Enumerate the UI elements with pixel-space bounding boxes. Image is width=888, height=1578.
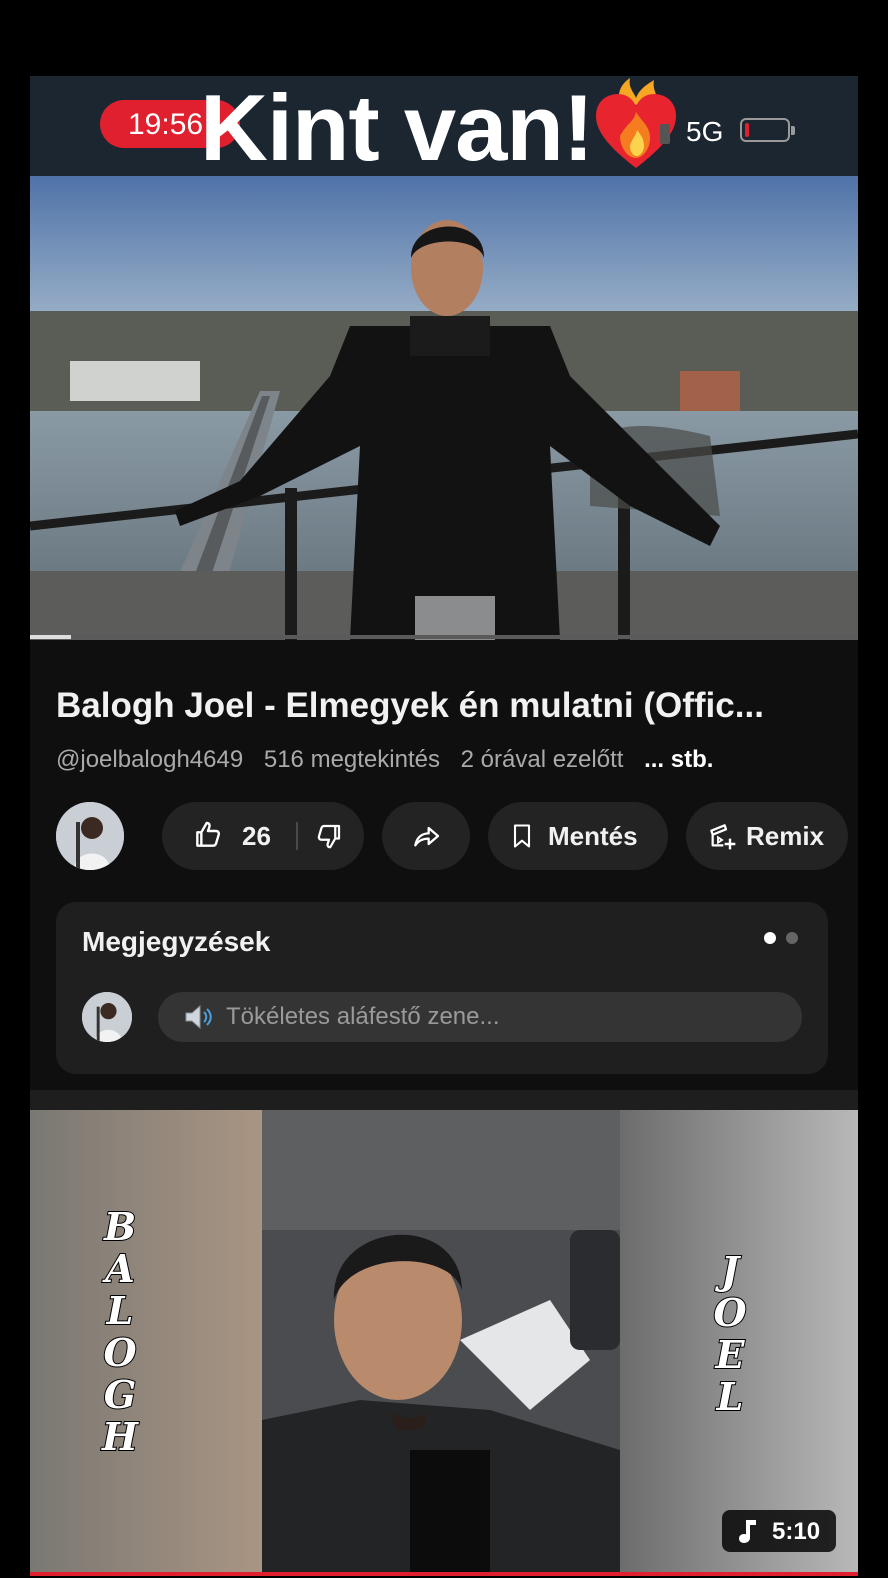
video-info-panel: Balogh Joel - Elmegyek én mulatni (Offic… xyxy=(30,642,858,1090)
signal-icon xyxy=(660,124,670,144)
next-video-thumbnail[interactable]: BALOGH JOEL xyxy=(30,1110,858,1576)
share-button[interactable] xyxy=(382,802,470,870)
duration-text: 5:10 xyxy=(772,1518,821,1545)
video-thumbnail xyxy=(30,176,858,640)
save-label: Mentés xyxy=(548,821,638,851)
dislike-icon[interactable] xyxy=(314,821,344,851)
view-count: 516 megtekintés xyxy=(263,746,440,773)
video-title[interactable]: Balogh Joel - Elmegyek én mulatni (Offic… xyxy=(56,686,764,726)
carousel-dot xyxy=(786,932,798,944)
status-time: 19:56 xyxy=(128,108,204,141)
like-divider xyxy=(296,822,298,850)
like-count: 26 xyxy=(242,821,271,851)
music-note-icon xyxy=(739,1520,756,1543)
more-link[interactable]: ... stb. xyxy=(644,746,713,773)
left-vertical-text: BALOGH xyxy=(101,1204,139,1459)
video-meta[interactable]: @joelbalogh4649 516 megtekintés 2 órával… xyxy=(56,746,727,774)
channel-avatar[interactable] xyxy=(56,802,124,870)
share-icon xyxy=(414,826,440,847)
like-icon[interactable] xyxy=(192,819,224,851)
battery-icon xyxy=(740,118,795,142)
upload-age: 2 órával ezelőtt xyxy=(460,746,624,773)
right-vertical-text: JOEL xyxy=(712,1248,747,1419)
status-bar: 19:56 Kint van! 5G xyxy=(30,76,858,180)
save-button[interactable]: Mentés xyxy=(488,802,668,870)
progress-fill xyxy=(30,635,71,639)
speaker-icon xyxy=(185,1004,212,1030)
section-divider xyxy=(30,1090,858,1110)
top-comment-text: Tökéletes aláfestő zene... xyxy=(226,1003,500,1030)
video-player[interactable] xyxy=(30,176,858,640)
bookmark-icon xyxy=(513,824,531,848)
remix-icon xyxy=(710,824,736,850)
carousel-dot-active xyxy=(764,932,776,944)
remix-label: Remix xyxy=(746,821,825,851)
remix-button[interactable]: Remix xyxy=(686,802,848,870)
network-label: 5G xyxy=(686,116,724,147)
like-dislike-group: 26 xyxy=(162,802,364,870)
comments-card[interactable]: Megjegyzések Tökéletes aláfestő zene... xyxy=(56,902,828,1074)
commenter-avatar xyxy=(82,992,132,1042)
progress-track[interactable] xyxy=(30,635,858,639)
comments-title: Megjegyzések xyxy=(82,926,271,957)
top-comment[interactable]: Tökéletes aláfestő zene... xyxy=(158,992,802,1042)
overlay-caption: Kint van! xyxy=(200,76,594,180)
watched-progress-bar xyxy=(30,1572,858,1576)
channel-handle[interactable]: @joelbalogh4649 xyxy=(56,746,243,773)
app-frame: 19:56 Kint van! 5G Balogh Joel - Elmegye… xyxy=(30,76,858,1576)
duration-badge: 5:10 xyxy=(722,1510,836,1552)
